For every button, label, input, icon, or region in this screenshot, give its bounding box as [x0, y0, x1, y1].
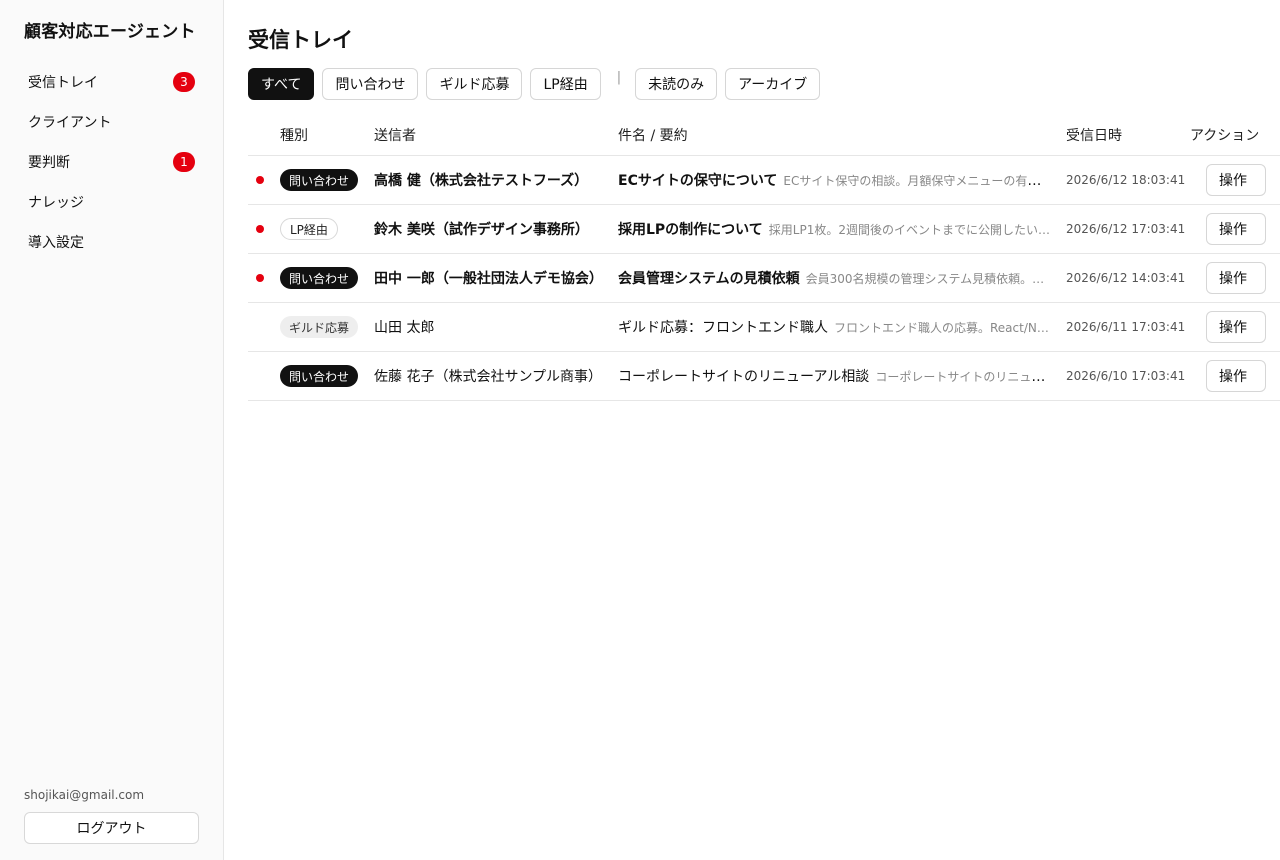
received-date: 2026/6/10 17:03:41: [1066, 369, 1186, 383]
sidebar-item-label: 受信トレイ: [28, 75, 98, 91]
received-date: 2026/6/11 17:03:41: [1066, 320, 1186, 334]
summary-text: 採用LP1枚。2週間後のイベントまでに公開したい…: [768, 223, 1050, 237]
sidebar-item-needs-decision[interactable]: 要判断 1: [16, 142, 208, 182]
type-badge: ギルド応募: [280, 316, 359, 338]
inbox-table: 種別 送信者 件名 / 要約 受信日時 アクション 問い合わせ 高橋 健（株式会…: [248, 114, 1280, 401]
column-header-subject: 件名 / 要約: [618, 127, 688, 144]
sidebar-nav: 受信トレイ 3 クライアント 要判断 1 ナレッジ 導入設定: [16, 62, 208, 262]
filter-bar: すべて 問い合わせ ギルド応募 LP経由 | 未読のみ アーカイブ: [248, 68, 828, 100]
subject-cell: 採用LPの制作について 採用LP1枚。2週間後のイベントまでに公開したい…: [618, 219, 1050, 239]
table-row[interactable]: 問い合わせ 田中 一郎（一般社団法人デモ協会） 会員管理システムの見積依頼 会員3…: [248, 254, 1280, 303]
unread-indicator: [256, 176, 264, 184]
subject-cell: コーポレートサイトのリニューアル相談 コーポレートサイトのリニュー…: [618, 366, 1050, 386]
unread-count-badge: 3: [173, 72, 195, 92]
summary-text: ECサイト保守の相談。月額保守メニューの有無…: [783, 174, 1050, 188]
table-row[interactable]: ギルド応募 山田 太郎 ギルド応募：フロントエンド職人 フロントエンド職人の応募。…: [248, 303, 1280, 352]
sender-name: 鈴木 美咲（試作デザイン事務所）: [374, 222, 589, 238]
sidebar-item-label: ナレッジ: [28, 195, 84, 211]
filter-guild-chip[interactable]: ギルド応募: [426, 68, 523, 100]
table-header: 種別 送信者 件名 / 要約 受信日時 アクション: [248, 114, 1280, 156]
type-badge: 問い合わせ: [280, 267, 359, 289]
sidebar-item-label: クライアント: [28, 115, 112, 131]
subject-text: コーポレートサイトのリニューアル相談: [618, 369, 870, 385]
unread-indicator: [256, 225, 264, 233]
sidebar-item-clients[interactable]: クライアント: [16, 102, 208, 142]
app-root: 顧客対応エージェント 受信トレイ 3 クライアント 要判断 1 ナレッジ 導入設…: [0, 0, 1280, 860]
action-button[interactable]: 操作: [1206, 311, 1266, 343]
filter-lp-chip[interactable]: LP経由: [530, 68, 601, 100]
type-badge: LP経由: [280, 218, 338, 240]
column-header-date: 受信日時: [1066, 127, 1122, 144]
filter-unread-chip[interactable]: 未読のみ: [635, 68, 718, 100]
sender-name: 佐藤 花子（株式会社サンプル商事）: [374, 369, 603, 385]
summary-text: コーポレートサイトのリニュー…: [875, 370, 1050, 384]
logout-button[interactable]: ログアウト: [24, 812, 199, 844]
user-email: shojikai@gmail.com: [24, 788, 145, 802]
received-date: 2026/6/12 18:03:41: [1066, 173, 1186, 187]
sidebar-item-inbox[interactable]: 受信トレイ 3: [16, 62, 208, 102]
action-button[interactable]: 操作: [1206, 360, 1266, 392]
table-row[interactable]: 問い合わせ 佐藤 花子（株式会社サンプル商事） コーポレートサイトのリニューアル…: [248, 352, 1280, 401]
column-header-sender: 送信者: [374, 127, 416, 144]
filter-inquiry-chip[interactable]: 問い合わせ: [322, 68, 419, 100]
app-title: 顧客対応エージェント: [24, 22, 196, 42]
unread-indicator: [256, 274, 264, 282]
action-button[interactable]: 操作: [1206, 262, 1266, 294]
subject-text: ECサイトの保守について: [618, 173, 778, 189]
subject-cell: ギルド応募：フロントエンド職人 フロントエンド職人の応募。React/N…: [618, 317, 1050, 337]
type-badge: 問い合わせ: [280, 365, 359, 387]
table-row[interactable]: LP経由 鈴木 美咲（試作デザイン事務所） 採用LPの制作について 採用LP1枚。…: [248, 205, 1280, 254]
column-header-action: アクション: [1190, 127, 1260, 144]
sidebar-item-label: 要判断: [28, 155, 70, 171]
sender-name: 高橋 健（株式会社テストフーズ）: [374, 173, 589, 189]
column-header-type: 種別: [280, 127, 308, 144]
sidebar-item-label: 導入設定: [28, 235, 84, 251]
action-button[interactable]: 操作: [1206, 213, 1266, 245]
filter-archive-chip[interactable]: アーカイブ: [725, 68, 821, 100]
subject-cell: ECサイトの保守について ECサイト保守の相談。月額保守メニューの有無…: [618, 170, 1050, 190]
sender-name: 山田 太郎: [374, 320, 435, 336]
needs-decision-count-badge: 1: [173, 152, 195, 172]
received-date: 2026/6/12 17:03:41: [1066, 222, 1186, 236]
sidebar-item-knowledge[interactable]: ナレッジ: [16, 182, 208, 222]
filter-all-chip[interactable]: すべて: [248, 68, 315, 100]
subject-text: 会員管理システムの見積依頼: [618, 271, 800, 287]
type-badge: 問い合わせ: [280, 169, 359, 191]
page-title: 受信トレイ: [248, 28, 353, 52]
sender-name: 田中 一郎（一般社団法人デモ協会）: [374, 271, 603, 287]
summary-text: 会員300名規模の管理システム見積依頼。…: [805, 272, 1045, 286]
subject-text: 採用LPの制作について: [618, 222, 763, 238]
subject-cell: 会員管理システムの見積依頼 会員300名規模の管理システム見積依頼。…: [618, 268, 1050, 288]
subject-text: ギルド応募：フロントエンド職人: [618, 320, 828, 336]
sidebar: 顧客対応エージェント 受信トレイ 3 クライアント 要判断 1 ナレッジ 導入設…: [0, 0, 224, 860]
filter-separator: |: [616, 69, 622, 85]
table-row[interactable]: 問い合わせ 高橋 健（株式会社テストフーズ） ECサイトの保守について ECサイト…: [248, 156, 1280, 205]
action-button[interactable]: 操作: [1206, 164, 1266, 196]
received-date: 2026/6/12 14:03:41: [1066, 271, 1186, 285]
sidebar-item-setup[interactable]: 導入設定: [16, 222, 208, 262]
main-content: 受信トレイ すべて 問い合わせ ギルド応募 LP経由 | 未読のみ アーカイブ …: [224, 0, 1280, 860]
summary-text: フロントエンド職人の応募。React/N…: [834, 321, 1049, 335]
